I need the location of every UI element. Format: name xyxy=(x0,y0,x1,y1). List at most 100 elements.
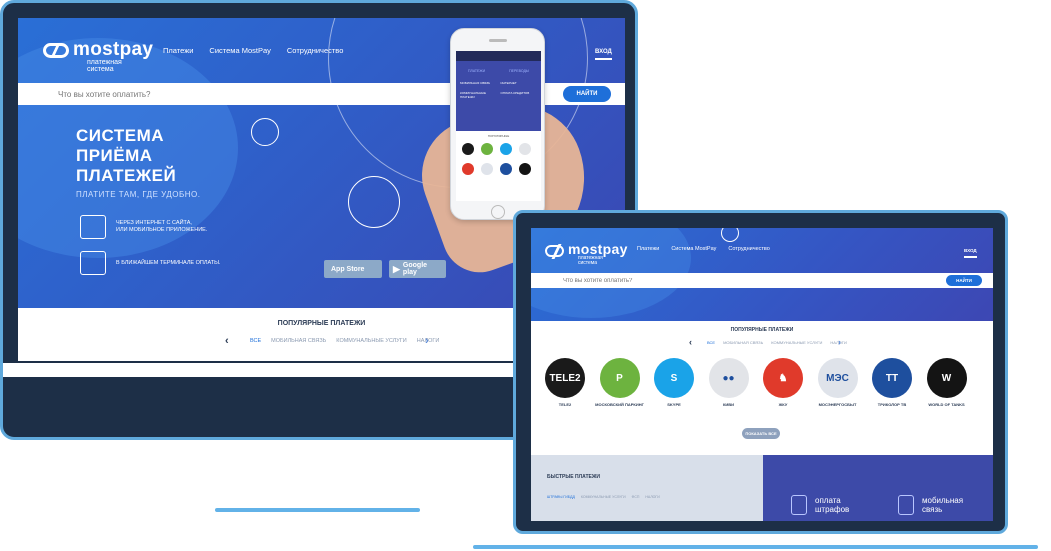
provider-logo: ♞ xyxy=(763,358,803,398)
brand-name: mostpay xyxy=(73,39,154,60)
nav-item-partnership[interactable]: Сотрудничество xyxy=(728,246,769,252)
brand-logo[interactable]: mostpay платежная система xyxy=(43,40,153,73)
brand-tagline-1: платежная xyxy=(87,59,122,66)
phone-home-button[interactable] xyxy=(491,205,505,219)
brand-logo[interactable]: mostpay платежная система xyxy=(545,242,628,266)
hero-title-line: ПЛАТЕЖЕЙ xyxy=(76,166,177,185)
feature-terminal-text: В БЛИЖАЙШЕМ ТЕРМИНАЛЕ ОПЛАТЫ. xyxy=(116,259,221,266)
promo-fines-line2: штрафов xyxy=(815,505,850,514)
provider-dot[interactable] xyxy=(500,143,512,155)
provider-item[interactable]: ♞ ЖКУ xyxy=(753,358,813,407)
popular-title: ПОПУЛЯРНЫЕ ПЛАТЕЖИ xyxy=(730,327,794,333)
promo-fines[interactable]: оплата штрафов xyxy=(791,495,849,515)
provider-item[interactable]: W WORLD OF TANKS xyxy=(917,358,977,407)
feature-online: ЧЕРЕЗ ИНТЕРНЕТ С САЙТА, ИЛИ МОБИЛЬНОЕ ПР… xyxy=(80,215,207,239)
login-link[interactable]: ВХОД xyxy=(595,49,612,60)
fast-tab-taxes[interactable]: НАЛОГИ xyxy=(645,495,659,499)
tab-all[interactable]: ВСЕ xyxy=(707,340,715,345)
tab-mobile[interactable]: МОБИЛЬНАЯ СВЯЗЬ xyxy=(271,338,326,344)
provider-item[interactable]: ТТ ТРИКОЛОР ТВ xyxy=(862,358,922,407)
provider-caption: МОСКОВСКИЙ ПАРКИНГ xyxy=(595,402,644,407)
phone-menu-item[interactable]: КОММУНАЛЬНЫЕ ПЛАТЕЖИ xyxy=(460,91,497,99)
search-button[interactable]: НАЙТИ xyxy=(563,86,611,102)
chevron-left-icon[interactable]: ‹ xyxy=(225,335,229,347)
feature-online-line2: ИЛИ МОБИЛЬНОЕ ПРИЛОЖЕНИЕ. xyxy=(116,227,208,233)
provider-item[interactable]: ●● КИВИ xyxy=(699,358,759,407)
deco-ring xyxy=(348,176,400,228)
provider-item[interactable]: МЭС МОСЭНЕРГОСБЫТ xyxy=(808,358,868,407)
main-nav: Платежи Система MostPay Сотрудничество xyxy=(637,246,786,252)
play-icon: ▶ xyxy=(393,263,400,274)
hero-title: СИСТЕМА ПРИЁМА ПЛАТЕЖЕЙ xyxy=(76,126,176,186)
appstore-label: App Store xyxy=(331,265,365,273)
phone-popular-list: ПОПУЛЯРНЫЕ xyxy=(456,131,541,201)
deco-ring xyxy=(721,228,739,242)
promo-fines-line1: оплата xyxy=(815,496,841,505)
login-link[interactable]: ВХОД xyxy=(964,248,977,258)
chevron-right-icon[interactable]: › xyxy=(838,337,841,347)
phone-tab-transfers[interactable]: ПЕРЕВОДЫ xyxy=(509,69,529,73)
promo-mobile[interactable]: мобильная связь xyxy=(898,495,963,515)
provider-logo: ТТ xyxy=(872,358,912,398)
tab-mobile[interactable]: МОБИЛЬНАЯ СВЯЗЬ xyxy=(723,340,763,345)
provider-dot[interactable] xyxy=(481,143,493,155)
phone-menu-item[interactable]: МОБИЛЬНАЯ СВЯЗЬ xyxy=(460,81,497,85)
popular-tabs: ВСЕ МОБИЛЬНАЯ СВЯЗЬ КОММУНАЛЬНЫЕ УСЛУГИ … xyxy=(250,338,449,344)
main-nav: Платежи Система MostPay Сотрудничество xyxy=(163,46,359,55)
provider-caption: WORLD OF TANKS xyxy=(928,402,965,407)
feature-online-line1: ЧЕРЕЗ ИНТЕРНЕТ С САЙТА, xyxy=(116,220,192,226)
road-icon xyxy=(791,495,807,515)
googleplay-button[interactable]: ▶ Google play xyxy=(389,260,446,278)
fast-tab-fines[interactable]: ШТРАФЫ ГИБДД xyxy=(547,495,575,499)
phone-menu-item[interactable]: ИНТЕРНЕТ xyxy=(501,81,538,85)
laptop-screen: mostpay платежная система Платежи Систем… xyxy=(531,228,993,521)
nav-item-partnership[interactable]: Сотрудничество xyxy=(287,46,344,55)
googleplay-label: Google play xyxy=(402,262,428,276)
provider-logo: S xyxy=(654,358,694,398)
provider-dot[interactable] xyxy=(462,143,474,155)
nav-item-payments[interactable]: Платежи xyxy=(637,246,659,252)
provider-dot[interactable] xyxy=(519,163,531,175)
nav-item-system[interactable]: Система MostPay xyxy=(671,246,716,252)
search-button[interactable]: НАЙТИ xyxy=(946,275,982,286)
hero-subtitle: ПЛАТИТЕ ТАМ, ГДЕ УДОБНО. xyxy=(76,190,201,199)
provider-dot[interactable] xyxy=(481,163,493,175)
chevron-right-icon[interactable]: › xyxy=(425,335,429,347)
show-all-button[interactable]: ПОКАЗАТЬ ВСЕ xyxy=(742,428,780,439)
phone-menu-item[interactable]: ОПЛАТА КРЕДИТОВ xyxy=(501,91,538,99)
provider-dot[interactable] xyxy=(519,143,531,155)
search-input[interactable] xyxy=(58,89,458,99)
tab-utilities[interactable]: КОММУНАЛЬНЫЕ УСЛУГИ xyxy=(336,338,406,344)
provider-dot[interactable] xyxy=(500,163,512,175)
fast-tab-utilities[interactable]: КОММУНАЛЬНЫЕ УСЛУГИ xyxy=(581,495,626,499)
tab-utilities[interactable]: КОММУНАЛЬНЫЕ УСЛУГИ xyxy=(771,340,822,345)
phone-statusbar xyxy=(456,51,541,61)
monitor-stand xyxy=(215,508,420,512)
provider-dot[interactable] xyxy=(462,163,474,175)
provider-logo: TELE2 xyxy=(545,358,585,398)
nav-item-system[interactable]: Система MostPay xyxy=(209,46,270,55)
provider-caption: КИВИ xyxy=(722,402,735,407)
provider-logo: ●● xyxy=(708,358,749,398)
provider-caption: SKYPE xyxy=(667,402,681,407)
search-input[interactable] xyxy=(563,277,863,284)
brand-name: mostpay xyxy=(568,241,628,257)
tab-all[interactable]: ВСЕ xyxy=(250,338,261,344)
nav-item-payments[interactable]: Платежи xyxy=(163,46,193,55)
laptop-hero: mostpay платежная система Платежи Систем… xyxy=(531,228,993,321)
provider-item[interactable]: S SKYPE xyxy=(644,358,704,407)
hero-title-line: ПРИЁМА xyxy=(76,146,153,165)
appstore-button[interactable]: App Store xyxy=(324,260,382,278)
provider-caption: TELE2 xyxy=(558,402,572,407)
fast-tabs: ШТРАФЫ ГИБДД КОММУНАЛЬНЫЕ УСЛУГИ ФСП НАЛ… xyxy=(547,495,670,499)
phone-tab-payments[interactable]: ПЛАТЕЖИ xyxy=(468,69,485,73)
smartphone: ПЛАТЕЖИ ПЕРЕВОДЫ МОБИЛЬНАЯ СВЯЗЬ ИНТЕРНЕ… xyxy=(450,28,545,220)
provider-item[interactable]: P МОСКОВСКИЙ ПАРКИНГ xyxy=(590,358,650,407)
search-bar: НАЙТИ xyxy=(531,273,993,288)
fast-payments-title: БЫСТРЫЕ ПЛАТЕЖИ xyxy=(547,474,600,480)
stage: mostpay платежная система Платежи Систем… xyxy=(0,0,1051,551)
chevron-left-icon[interactable]: ‹ xyxy=(689,337,692,347)
fast-tab-fsp[interactable]: ФСП xyxy=(632,495,640,499)
provider-item[interactable]: TELE2 TELE2 xyxy=(535,358,595,407)
mostpay-logo-icon xyxy=(43,43,69,58)
